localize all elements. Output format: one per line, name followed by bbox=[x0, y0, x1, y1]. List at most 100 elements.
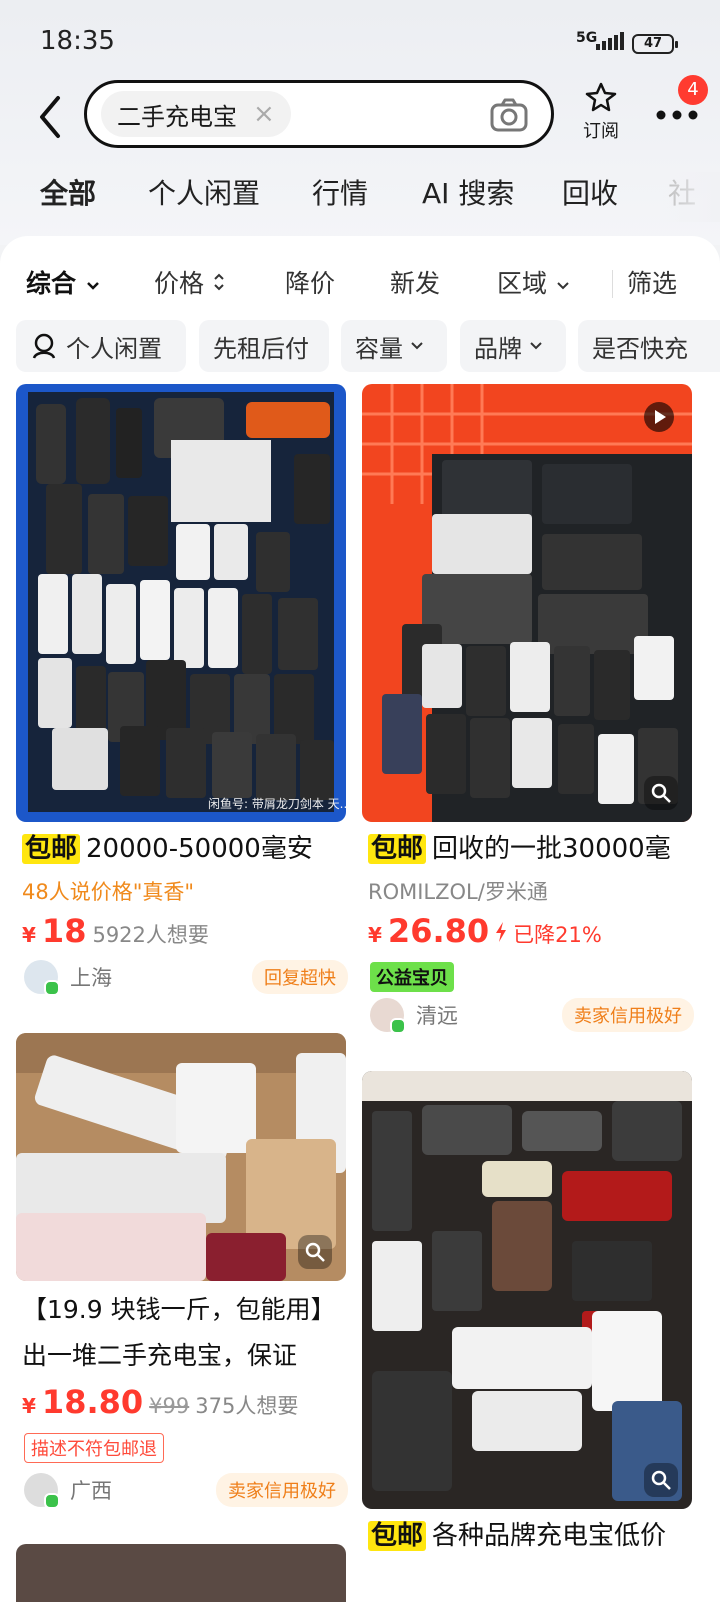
free-shipping-tag: 包邮 bbox=[22, 834, 81, 864]
search-box[interactable]: 二手充电宝 × bbox=[84, 80, 554, 148]
pin-star-icon bbox=[585, 82, 617, 112]
product-image[interactable] bbox=[362, 384, 692, 822]
original-price: ¥99 bbox=[149, 1394, 190, 1418]
want-count: 5922人想要 bbox=[92, 923, 209, 947]
sort-price-label: 价格 bbox=[154, 269, 205, 298]
seller-badge: 回复超快 bbox=[252, 960, 348, 994]
signal-icon bbox=[596, 32, 624, 50]
free-shipping-tag: 包邮 bbox=[368, 834, 427, 864]
price-value: 18 bbox=[41, 912, 87, 950]
product-image[interactable]: 闲鱼号: 带屑龙刀剑本 天... bbox=[16, 384, 346, 822]
filter-fast-charge[interactable]: 是否快充 bbox=[578, 320, 720, 372]
camera-icon[interactable] bbox=[489, 95, 529, 135]
sort-divider bbox=[612, 270, 613, 298]
sort-price-drop[interactable]: 降价 bbox=[285, 264, 335, 300]
refund-tag: 描述不符包邮退 bbox=[24, 1433, 164, 1463]
subscribe-label: 订阅 bbox=[583, 121, 619, 142]
price-row: ¥18.80 ¥99 375人想要 bbox=[22, 1383, 298, 1421]
search-chip[interactable]: 二手充电宝 × bbox=[101, 91, 291, 137]
sort-newest[interactable]: 新发 bbox=[390, 264, 440, 300]
filter-capacity-label: 容量 bbox=[355, 334, 403, 363]
product-title: 【19.9 块钱一斤，包能用】 出一堆二手充电宝，保证 bbox=[22, 1287, 352, 1379]
filter-personal-idle[interactable]: 个人闲置 bbox=[16, 320, 186, 372]
chevron-down-icon bbox=[557, 282, 569, 290]
seller-location: 清远 bbox=[416, 1004, 458, 1028]
battery-icon: 47 bbox=[632, 34, 678, 54]
price-value: 26.80 bbox=[387, 912, 490, 950]
product-title: 包邮 各种品牌充电宝低价 bbox=[368, 1519, 698, 1553]
seller-row[interactable]: 清远 卖家信用极好 bbox=[370, 996, 698, 1036]
clear-chip-icon[interactable]: × bbox=[253, 99, 275, 129]
avatar bbox=[24, 960, 60, 996]
product-card[interactable]: 【19.9 块钱一斤，包能用】 出一堆二手充电宝，保证 ¥18.80 ¥99 3… bbox=[16, 1033, 352, 1533]
person-icon bbox=[32, 333, 56, 359]
sort-comprehensive[interactable]: 综合 bbox=[26, 264, 101, 300]
video-play-icon[interactable] bbox=[644, 402, 674, 432]
product-brand: ROMILZOL/罗米通 bbox=[368, 880, 548, 904]
filter-brand-label: 品牌 bbox=[474, 334, 522, 363]
product-card[interactable]: 包邮 各种品牌充电宝低价 bbox=[362, 1071, 698, 1601]
currency-symbol: ¥ bbox=[368, 923, 382, 947]
subscribe-button[interactable]: 订阅 bbox=[578, 82, 624, 143]
product-image[interactable] bbox=[16, 1033, 346, 1281]
results-panel: 综合 价格 降价 新发 区域 筛选 个人闲置 先租后付 容量 品牌 是否快充 闲… bbox=[0, 236, 720, 1602]
filter-chips: 个人闲置 先租后付 容量 品牌 是否快充 bbox=[0, 320, 720, 374]
price-value: 18.80 bbox=[41, 1383, 144, 1421]
network-indicator: 5G bbox=[576, 30, 598, 46]
currency-symbol: ¥ bbox=[22, 1394, 36, 1418]
product-card-partial[interactable] bbox=[16, 1544, 346, 1602]
status-time: 18:35 bbox=[40, 26, 115, 56]
search-chip-label: 二手充电宝 bbox=[117, 102, 237, 131]
price-row: ¥26.80 已降21% bbox=[368, 912, 602, 950]
tabs-fade bbox=[660, 172, 720, 222]
filter-personal-idle-label: 个人闲置 bbox=[66, 334, 162, 363]
tab-personal-idle[interactable]: 个人闲置 bbox=[148, 172, 260, 212]
back-arrow-icon[interactable] bbox=[34, 92, 74, 142]
seller-location: 上海 bbox=[70, 966, 112, 990]
power-banks-photo bbox=[362, 1071, 692, 1509]
tab-ai-search[interactable]: AI 搜索 bbox=[422, 172, 514, 212]
power-banks-photo bbox=[16, 384, 346, 822]
sort-comprehensive-label: 综合 bbox=[26, 269, 77, 298]
tab-recycle[interactable]: 回收 bbox=[562, 172, 618, 212]
image-search-icon[interactable] bbox=[644, 1463, 678, 1497]
image-watermark: 闲鱼号: 带屑龙刀剑本 天... bbox=[208, 797, 346, 811]
product-card[interactable]: 包邮 回收的一批30000毫 bbox=[362, 384, 698, 874]
seller-row[interactable]: 广西 卖家信用极好 bbox=[24, 1471, 352, 1511]
filter-capacity[interactable]: 容量 bbox=[341, 320, 447, 372]
product-title-text: 回收的一批30000毫 bbox=[432, 834, 671, 864]
currency-symbol: ¥ bbox=[22, 923, 36, 947]
seller-badge: 卖家信用极好 bbox=[562, 998, 694, 1032]
product-title-text: 各种品牌充电宝低价 bbox=[432, 1521, 667, 1551]
charity-tag: 公益宝贝 bbox=[370, 962, 454, 992]
seller-location: 广西 bbox=[70, 1479, 112, 1503]
want-count: 375人想要 bbox=[195, 1394, 299, 1418]
filter-rent-first[interactable]: 先租后付 bbox=[199, 320, 329, 372]
sort-filter[interactable]: 筛选 bbox=[627, 264, 677, 300]
free-shipping-tag: 包邮 bbox=[368, 1521, 427, 1551]
price-row: ¥18 5922人想要 bbox=[22, 912, 209, 950]
price-hint: 48人说价格"真香" bbox=[22, 880, 195, 904]
sort-updown-icon bbox=[214, 273, 224, 291]
product-card[interactable]: 闲鱼号: 带屑龙刀剑本 天... 包邮 20000-50000毫安 bbox=[16, 384, 352, 874]
product-image[interactable] bbox=[362, 1071, 692, 1509]
price-drop: 已降21% bbox=[513, 923, 602, 947]
sort-price[interactable]: 价格 bbox=[154, 264, 226, 300]
chevron-down-icon bbox=[86, 282, 99, 290]
product-title: 包邮 回收的一批30000毫 bbox=[368, 832, 698, 866]
sort-region[interactable]: 区域 bbox=[497, 264, 571, 300]
product-title: 包邮 20000-50000毫安 bbox=[22, 832, 352, 866]
product-title-text: 20000-50000毫安 bbox=[86, 834, 313, 864]
category-tabs: 全部 个人闲置 行情 AI 搜索 回收 社 bbox=[0, 172, 720, 222]
image-search-icon[interactable] bbox=[644, 776, 678, 810]
power-banks-photo bbox=[16, 1033, 346, 1281]
chevron-down-icon bbox=[411, 342, 423, 350]
seller-row[interactable]: 上海 回复超快 bbox=[24, 958, 352, 998]
sort-bar: 综合 价格 降价 新发 区域 筛选 bbox=[0, 250, 720, 310]
tab-all[interactable]: 全部 bbox=[37, 172, 99, 212]
tab-market[interactable]: 行情 bbox=[312, 172, 368, 212]
notification-badge: 4 bbox=[678, 75, 708, 105]
product-title-line: 【19.9 块钱一斤，包能用】 bbox=[22, 1295, 336, 1324]
image-search-icon[interactable] bbox=[298, 1235, 332, 1269]
filter-brand[interactable]: 品牌 bbox=[460, 320, 566, 372]
